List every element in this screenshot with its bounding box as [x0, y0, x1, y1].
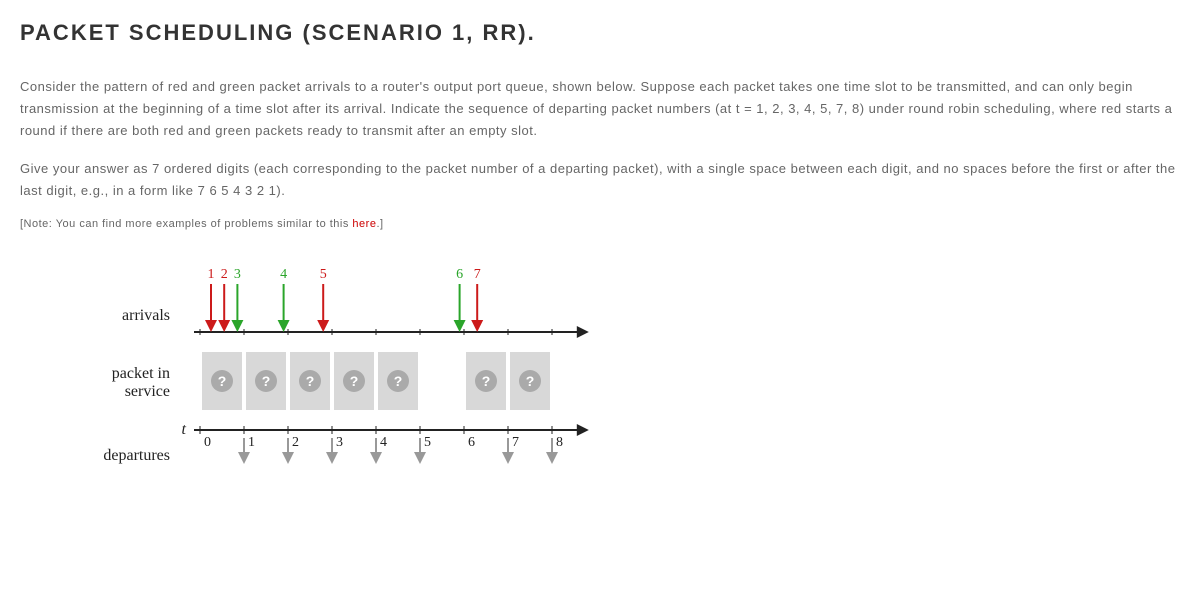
question-paragraph-2: Give your answer as 7 ordered digits (ea…	[20, 158, 1180, 202]
service-unknown-q: ?	[482, 373, 491, 389]
tick-label: 2	[292, 435, 299, 450]
tick-label: 3	[336, 435, 343, 450]
tick-label: 5	[424, 435, 431, 450]
arrival-number: 4	[280, 267, 287, 282]
arrival-number: 3	[234, 267, 241, 282]
service-unknown-q: ?	[350, 373, 359, 389]
note-suffix: .]	[376, 218, 383, 230]
note-prefix: [Note: You can find more examples of pro…	[20, 218, 352, 230]
service-unknown-q: ?	[526, 373, 535, 389]
tick-label: 7	[512, 435, 519, 450]
tick-label: 4	[380, 435, 387, 450]
page-title: PACKET SCHEDULING (SCENARIO 1, RR).	[20, 20, 1180, 46]
question-paragraph-1: Consider the pattern of red and green pa…	[20, 76, 1180, 142]
arrival-number: 2	[221, 267, 228, 282]
service-unknown-q: ?	[306, 373, 315, 389]
service-unknown-q: ?	[262, 373, 271, 389]
arrival-number: 1	[208, 267, 215, 282]
service-unknown-q: ?	[394, 373, 403, 389]
arrival-number: 5	[320, 267, 327, 282]
tick-label: 6	[468, 435, 475, 450]
tick-label: 8	[556, 435, 563, 450]
service-label-1: packet in	[112, 365, 170, 382]
arrival-number: 6	[456, 267, 463, 282]
tick-label: 1	[248, 435, 255, 450]
service-label-2: service	[125, 383, 170, 400]
note-link[interactable]: here	[352, 218, 376, 230]
arrival-number: 7	[474, 267, 481, 282]
t-label: t	[182, 421, 187, 438]
arrivals-label: arrivals	[122, 307, 170, 324]
tick-label: 0	[204, 435, 211, 450]
departures-label: departures	[103, 447, 170, 464]
packet-scheduling-diagram: arrivalspacket inservicedeparturest01234…	[60, 260, 1180, 490]
service-unknown-q: ?	[218, 373, 227, 389]
note-line: [Note: You can find more examples of pro…	[20, 218, 1180, 230]
